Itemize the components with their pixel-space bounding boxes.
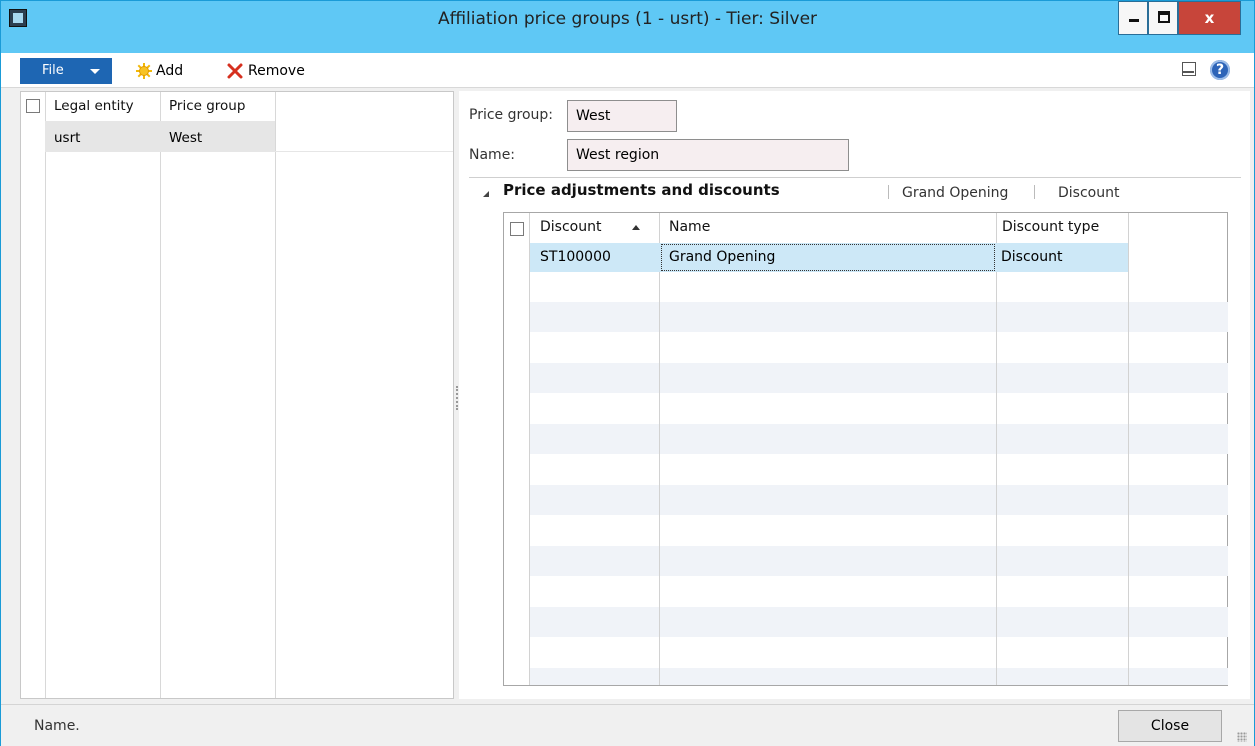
title-bar[interactable]: Affiliation price groups (1 - usrt) - Ti… [1, 1, 1254, 53]
close-button[interactable]: Close [1118, 710, 1222, 742]
price-group-header[interactable]: Price group [160, 92, 275, 120]
remove-button[interactable]: Remove [226, 60, 305, 82]
file-menu-button[interactable]: File [20, 58, 112, 84]
select-all-checkbox[interactable] [26, 99, 40, 113]
row-divider [45, 151, 453, 152]
summary-separator [1034, 185, 1035, 199]
price-group-list[interactable]: Legal entity Price group usrt West [20, 91, 454, 699]
name-label: Name: [469, 147, 516, 163]
discount-column [529, 213, 660, 685]
add-button[interactable]: Add [135, 60, 183, 82]
summary-discount-name: Grand Opening [902, 185, 1009, 201]
discount-grid[interactable]: Discount Name Discount type ST100000 Gra… [503, 212, 1228, 686]
add-sun-icon [136, 63, 152, 79]
window: Affiliation price groups (1 - usrt) - Ti… [0, 0, 1255, 746]
section-header[interactable]: Price adjustments and discounts [503, 181, 780, 199]
section-divider [469, 177, 1241, 178]
name-column [659, 213, 997, 685]
resize-grip-icon[interactable] [1237, 732, 1247, 742]
discount-type-column [996, 213, 1129, 685]
remove-label: Remove [248, 63, 305, 79]
window-title: Affiliation price groups (1 - usrt) - Ti… [437, 9, 818, 29]
summary-separator [888, 185, 889, 199]
layout-icon[interactable] [1182, 62, 1196, 76]
collapse-triangle-icon[interactable] [483, 191, 489, 197]
close-window-button[interactable]: x [1178, 1, 1241, 35]
discount-name-cell[interactable]: Grand Opening [669, 243, 775, 272]
minimize-button[interactable] [1118, 1, 1148, 35]
maximize-button[interactable] [1148, 1, 1178, 35]
legal-entity-column [45, 92, 161, 698]
discount-header[interactable]: Discount [540, 213, 601, 241]
discount-type-header[interactable]: Discount type [1002, 213, 1099, 241]
help-icon[interactable]: ? [1210, 60, 1230, 80]
discount-type-cell[interactable]: Discount [1001, 243, 1062, 272]
file-menu-label: File [42, 63, 64, 78]
price-group-field[interactable]: West [567, 100, 677, 132]
action-pane: File Add Remove ? [1, 53, 1254, 88]
price-group-label: Price group: [469, 107, 553, 123]
select-column [21, 92, 46, 698]
select-column [504, 213, 530, 685]
legal-entity-cell[interactable]: usrt [54, 127, 80, 149]
discount-cell[interactable]: ST100000 [540, 243, 611, 272]
sort-ascending-icon [632, 225, 640, 230]
remove-x-icon [227, 63, 243, 79]
status-text: Name. [34, 718, 80, 734]
summary-discount-type: Discount [1058, 185, 1120, 201]
name-header[interactable]: Name [669, 213, 710, 241]
add-label: Add [156, 63, 184, 79]
status-bar: Name. Close [1, 704, 1254, 746]
price-group-column [160, 92, 276, 698]
name-field[interactable]: West region [567, 139, 849, 171]
select-all-checkbox[interactable] [510, 222, 524, 236]
chevron-down-icon [90, 69, 100, 74]
price-group-cell[interactable]: West [169, 127, 202, 149]
legal-entity-header[interactable]: Legal entity [45, 92, 160, 120]
